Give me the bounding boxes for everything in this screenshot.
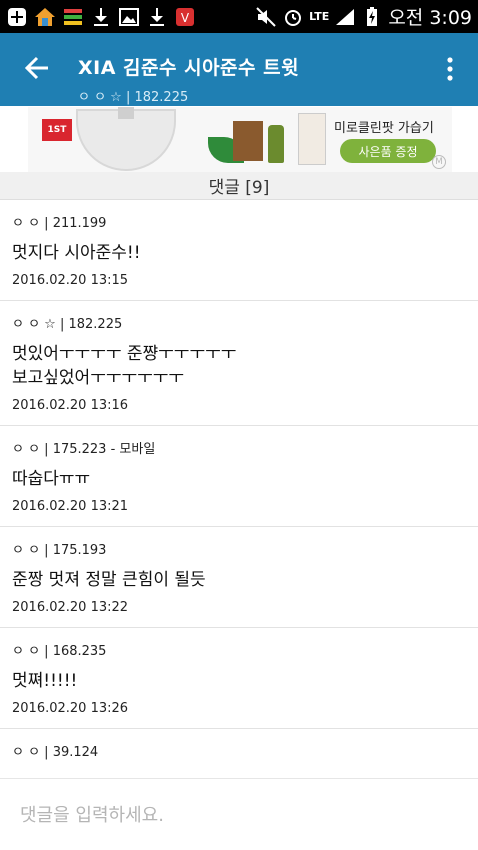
comment-item[interactable]: ㅇ ㅇ | 168.235 멋쪄!!!!! 2016.02.20 13:26 (0, 628, 478, 729)
status-bar: V LTE 오전 3:09 (0, 0, 478, 33)
shield-icon: V (174, 6, 196, 28)
stacked-bars-icon (62, 6, 84, 28)
battery-charging-icon (361, 6, 383, 28)
home-icon (34, 6, 56, 28)
more-options-button[interactable] (446, 57, 454, 81)
download-icon (146, 6, 168, 28)
ad-banner[interactable]: 1ST 미로클린팟 가습기 사은품 증정 M (28, 107, 452, 173)
ad-headline: 미로클린팟 가습기 (334, 121, 434, 136)
more-vert-icon (447, 57, 453, 81)
comment-author: ㅇ ㅇ | 175.223 - 모바일 (12, 442, 156, 457)
comment-item[interactable]: ㅇ ㅇ | 175.193 준짱 멋져 정말 큰힘이 될듯 2016.02.20… (0, 527, 478, 628)
comment-item[interactable]: ㅇ ㅇ | 211.199 멋지다 시아준수!! 2016.02.20 13:1… (0, 200, 478, 301)
humidifier-cap-image (118, 107, 134, 119)
comments-header: 댓글 [9] (0, 172, 478, 200)
comment-item[interactable]: ㅇ ㅇ | 175.223 - 모바일 따숩다ㅠㅠ 2016.02.20 13:… (0, 426, 478, 527)
comment-text: 멋지다 시아준수!! (12, 243, 141, 263)
title-box: XIA 김준수 시아준수 트윗 ㅇ ㅇ ☆ | 182.225 (78, 53, 299, 105)
network-type: LTE (309, 10, 330, 23)
ad-badge: 1ST (42, 119, 72, 141)
comment-date: 2016.02.20 13:21 (12, 499, 129, 514)
mute-icon (255, 6, 277, 28)
comment-date: 2016.02.20 13:15 (12, 273, 129, 288)
download-icon (90, 6, 112, 28)
image-icon (118, 6, 140, 28)
svg-text:V: V (181, 11, 190, 25)
comment-item[interactable]: ㅇ ㅇ | 39.124 (0, 729, 478, 778)
comment-author: ㅇ ㅇ ☆ | 182.225 (12, 317, 123, 332)
product-pack-image (298, 113, 326, 165)
ad-logo-icon: M (432, 155, 446, 169)
product-box-image (233, 121, 263, 161)
comment-author: ㅇ ㅇ | 168.235 (12, 644, 107, 659)
app-bar: XIA 김준수 시아준수 트윗 ㅇ ㅇ ☆ | 182.225 (0, 33, 478, 106)
page-subtitle: ㅇ ㅇ ☆ | 182.225 (78, 90, 189, 105)
comment-date: 2016.02.20 13:22 (12, 600, 129, 615)
comment-item[interactable]: ㅇ ㅇ ☆ | 182.225 멋있어ㅜㅜㅜㅜ 준쨩ㅜㅜㅜㅜㅜ 보고싶었어ㅜㅜㅜ… (0, 301, 478, 426)
comment-date: 2016.02.20 13:26 (12, 701, 129, 716)
ad-cta-button[interactable]: 사은품 증정 (340, 139, 436, 163)
comment-text: 멋있어ㅜㅜㅜㅜ 준쨩ㅜㅜㅜㅜㅜ 보고싶었어ㅜㅜㅜㅜㅜㅜ (12, 344, 237, 388)
back-arrow-icon (24, 56, 48, 80)
comment-input[interactable] (10, 795, 468, 835)
comment-author: ㅇ ㅇ | 39.124 (12, 745, 99, 760)
signal-icon (334, 6, 356, 28)
back-button[interactable] (22, 53, 52, 83)
alarm-icon (282, 6, 304, 28)
product-bottle-image (268, 125, 284, 163)
page-title: XIA 김준수 시아준수 트윗 (78, 57, 300, 79)
comment-input-bar (0, 778, 478, 850)
comment-date: 2016.02.20 13:16 (12, 398, 129, 413)
comment-text: 따숩다ㅠㅠ (12, 469, 91, 489)
plus-box-icon (6, 6, 28, 28)
comment-list[interactable]: ㅇ ㅇ | 211.199 멋지다 시아준수!! 2016.02.20 13:1… (0, 200, 478, 778)
comment-author: ㅇ ㅇ | 175.193 (12, 543, 107, 558)
comment-author: ㅇ ㅇ | 211.199 (12, 216, 107, 231)
clock: 오전 3:09 (388, 7, 472, 29)
comment-text: 준짱 멋져 정말 큰힘이 될듯 (12, 570, 206, 590)
comment-text: 멋쪄!!!!! (12, 671, 78, 691)
